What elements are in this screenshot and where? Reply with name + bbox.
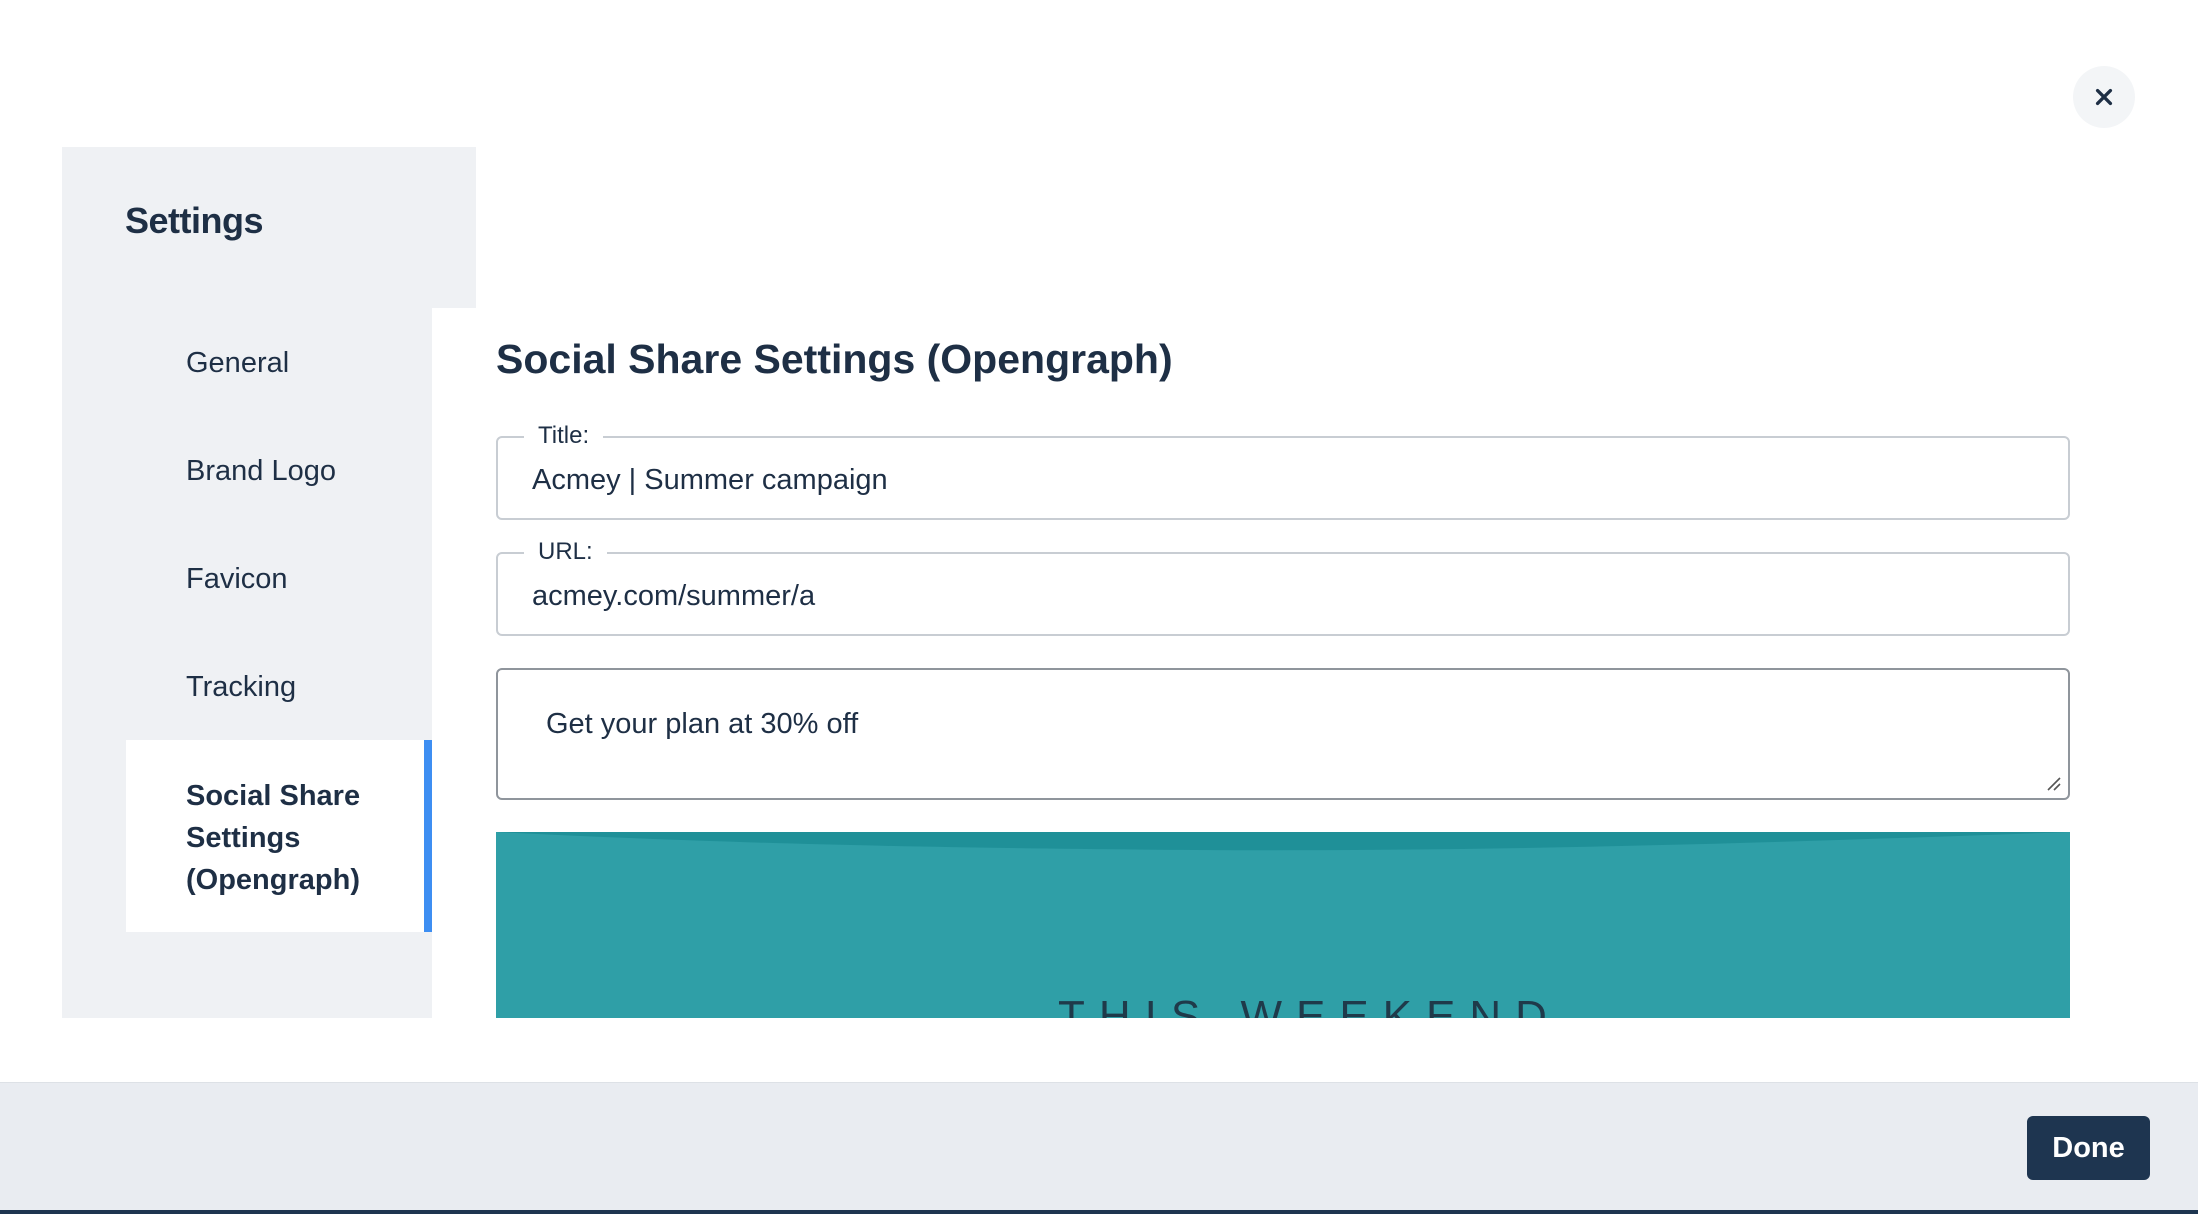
title-field[interactable]: Title: Acmey | Summer campaign	[496, 422, 2070, 520]
preview-caption: THIS WEEKEND	[1058, 992, 1561, 1018]
og-image-preview: THIS WEEKEND	[496, 832, 2070, 1018]
sidebar-item-tracking[interactable]: Tracking	[186, 671, 296, 704]
dialog-footer	[0, 1082, 2198, 1214]
wave-decoration	[496, 832, 2070, 851]
sidebar-title: Settings	[125, 200, 264, 241]
page-title: Social Share Settings (Opengraph)	[496, 336, 1173, 382]
description-textarea[interactable]: Get your plan at 30% off	[496, 668, 2070, 800]
url-field-value[interactable]: acmey.com/summer/a	[532, 580, 815, 613]
done-button[interactable]: Done	[2027, 1116, 2150, 1180]
description-value[interactable]: Get your plan at 30% off	[546, 708, 858, 741]
title-field-label: Title:	[524, 422, 604, 450]
sidebar-item-favicon[interactable]: Favicon	[186, 563, 288, 596]
title-field-value[interactable]: Acmey | Summer campaign	[532, 464, 888, 497]
url-field-label: URL:	[524, 538, 607, 566]
url-field[interactable]: URL: acmey.com/summer/a	[496, 538, 2070, 636]
active-indicator	[424, 740, 432, 932]
sidebar-item-social-share-label[interactable]: Social Share Settings (Opengraph)	[186, 775, 406, 901]
bottom-border	[0, 1210, 2198, 1214]
resize-handle-icon[interactable]	[2044, 774, 2062, 792]
sidebar-item-general[interactable]: General	[186, 347, 289, 380]
sidebar-item-brand-logo[interactable]: Brand Logo	[186, 455, 336, 488]
close-button[interactable]	[2073, 66, 2135, 128]
close-icon	[2095, 88, 2113, 106]
